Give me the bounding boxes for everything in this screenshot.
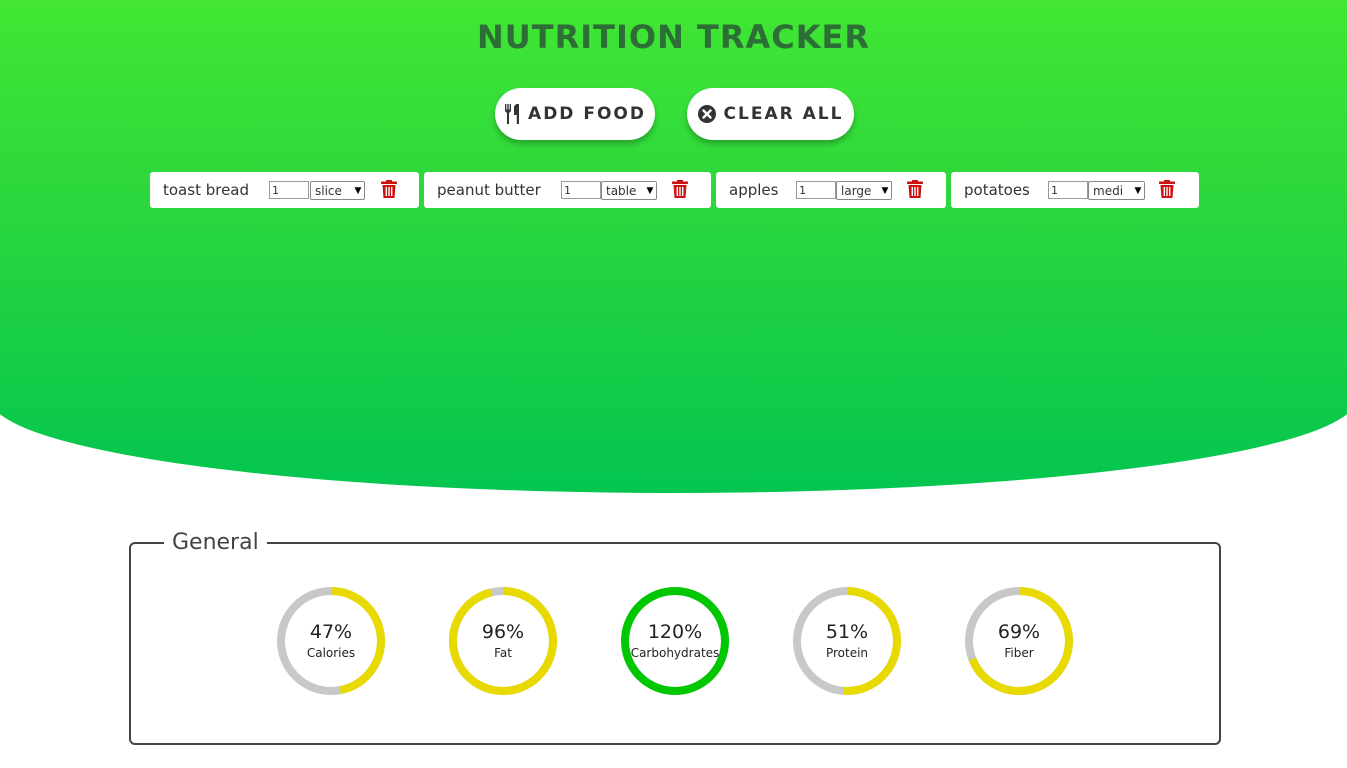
ring-label: Carbohydrates [630, 646, 720, 660]
circle-x-icon [697, 105, 716, 123]
unit-select-value: medi [1093, 183, 1124, 198]
food-item: peanut butter table ▼ [424, 172, 711, 208]
unit-select[interactable]: table ▼ [601, 181, 657, 200]
chevron-down-icon: ▼ [881, 185, 889, 196]
add-food-label: ADD FOOD [528, 104, 646, 124]
unit-select[interactable]: slice ▼ [310, 181, 365, 200]
ring-label: Fiber [1004, 646, 1034, 660]
protein-ring: 51% Protein [791, 585, 903, 697]
trash-icon[interactable] [381, 180, 397, 198]
food-item: apples large ▼ [716, 172, 946, 208]
fiber-ring: 69% Fiber [963, 585, 1075, 697]
quantity-input[interactable] [269, 181, 309, 199]
quantity-input[interactable] [561, 181, 601, 199]
header-background [0, 0, 1347, 493]
unit-select-value: slice [315, 183, 342, 198]
food-item: toast bread slice ▼ [150, 172, 419, 208]
clear-all-button[interactable]: CLEAR ALL [687, 88, 854, 140]
food-name: potatoes [964, 181, 1030, 199]
ring-percent: 47% [309, 621, 353, 643]
add-food-button[interactable]: ADD FOOD [495, 88, 655, 140]
trash-icon[interactable] [907, 180, 923, 198]
page-title: NUTRITION TRACKER [476, 18, 870, 56]
ring-percent: 96% [481, 621, 525, 643]
general-legend: General [172, 530, 259, 555]
trash-icon[interactable] [1159, 180, 1175, 198]
quantity-input[interactable] [1048, 181, 1088, 199]
food-name: peanut butter [437, 181, 541, 199]
ring-percent: 69% [997, 621, 1041, 643]
quantity-input[interactable] [796, 181, 836, 199]
fat-ring: 96% Fat [447, 585, 559, 697]
chevron-down-icon: ▼ [646, 185, 654, 196]
ring-label: Calories [306, 646, 356, 660]
food-name: toast bread [163, 181, 250, 199]
unit-select[interactable]: medi ▼ [1088, 181, 1145, 200]
ring-percent: 120% [647, 621, 703, 643]
unit-select-value: table [606, 183, 637, 198]
header-area: NUTRITION TRACKER ADD FOOD CLEAR ALL toa… [0, 0, 1347, 493]
chevron-down-icon: ▼ [1134, 185, 1142, 196]
clear-all-label: CLEAR ALL [723, 104, 844, 124]
food-item: potatoes medi ▼ [951, 172, 1199, 208]
trash-icon[interactable] [672, 180, 688, 198]
ring-label: Protein [825, 646, 869, 660]
utensils-icon [504, 104, 520, 124]
chevron-down-icon: ▼ [354, 185, 362, 196]
unit-select-value: large [841, 183, 872, 198]
calories-ring: 47% Calories [275, 585, 387, 697]
ring-percent: 51% [825, 621, 869, 643]
unit-select[interactable]: large ▼ [836, 181, 892, 200]
food-name: apples [729, 181, 779, 199]
ring-label: Fat [494, 646, 512, 660]
carbohydrates-ring: 120% Carbohydrates [619, 585, 731, 697]
